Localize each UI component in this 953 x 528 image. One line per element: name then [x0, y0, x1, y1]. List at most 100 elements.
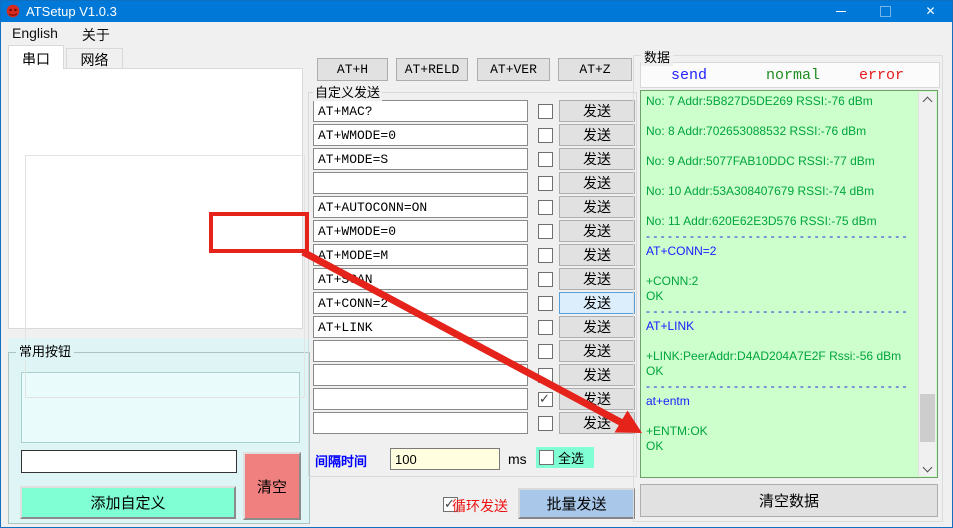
quick-at-button[interactable]: AT+Z	[558, 58, 632, 81]
row-checkbox[interactable]	[538, 296, 553, 311]
row-checkbox[interactable]	[538, 392, 553, 407]
custom-send-row: 发送	[313, 100, 635, 122]
row-checkbox[interactable]	[538, 248, 553, 263]
log-line	[646, 199, 916, 214]
log-line	[646, 334, 916, 349]
row-checkbox[interactable]	[538, 272, 553, 287]
command-input[interactable]	[313, 172, 528, 194]
row-checkbox[interactable]	[538, 344, 553, 359]
tab-serial[interactable]: 串口	[8, 45, 64, 69]
command-input[interactable]	[313, 244, 528, 266]
command-input[interactable]	[313, 412, 528, 434]
send-button[interactable]: 发送	[559, 124, 635, 146]
select-all-checkbox[interactable]	[539, 450, 554, 465]
interval-input[interactable]	[390, 448, 500, 470]
row-checkbox[interactable]	[538, 152, 553, 167]
select-all-box: 全选	[536, 447, 594, 468]
chevron-down-icon	[923, 462, 933, 472]
clear-data-button[interactable]: 清空数据	[640, 484, 938, 517]
tab-network[interactable]: 网络	[66, 48, 123, 69]
row-checkbox[interactable]	[538, 128, 553, 143]
menu-bar: English 关于	[0, 22, 953, 44]
custom-send-row: 发送	[313, 412, 635, 434]
send-button[interactable]: 发送	[559, 316, 635, 338]
row-checkbox[interactable]	[538, 200, 553, 215]
command-input[interactable]	[313, 196, 528, 218]
data-title: 数据	[641, 47, 673, 66]
command-input[interactable]	[313, 100, 528, 122]
scroll-down-button[interactable]	[919, 461, 936, 476]
command-input[interactable]	[313, 124, 528, 146]
data-log[interactable]: No: 7 Addr:5B827D5DE269 RSSI:-76 dBm No:…	[640, 90, 938, 478]
row-checkbox[interactable]	[538, 176, 553, 191]
loop-send-label: 循环发送	[452, 496, 508, 516]
maximize-button[interactable]	[863, 0, 908, 22]
menu-english[interactable]: English	[0, 22, 70, 44]
window-title: ATSetup V1.0.3	[26, 4, 117, 19]
custom-send-row: 发送	[313, 340, 635, 362]
command-input[interactable]	[313, 316, 528, 338]
interval-unit: ms	[508, 451, 527, 467]
send-button[interactable]: 发送	[559, 412, 635, 434]
row-checkbox[interactable]	[538, 224, 553, 239]
maximize-icon	[880, 6, 891, 17]
scrollbar-thumb[interactable]	[920, 394, 935, 442]
send-button[interactable]: 发送	[559, 388, 635, 410]
send-button[interactable]: 发送	[559, 268, 635, 290]
batch-send-button[interactable]: 批量发送	[518, 488, 635, 519]
send-button[interactable]: 发送	[559, 292, 635, 314]
command-input[interactable]	[313, 268, 528, 290]
quick-at-button[interactable]: AT+RELD	[396, 58, 468, 81]
quick-at-button[interactable]: AT+VER	[477, 58, 550, 81]
command-input[interactable]	[313, 364, 528, 386]
add-custom-button[interactable]: 添加自定义	[20, 486, 236, 519]
log-line	[646, 409, 916, 424]
chevron-up-icon	[923, 96, 933, 106]
send-button[interactable]: 发送	[559, 220, 635, 242]
row-checkbox[interactable]	[538, 368, 553, 383]
legend-item: error	[859, 67, 904, 84]
log-line: OK	[646, 364, 916, 379]
send-button[interactable]: 发送	[559, 172, 635, 194]
log-scrollbar[interactable]	[918, 92, 936, 476]
custom-send-title: 自定义发送	[313, 82, 382, 101]
log-line	[646, 109, 916, 124]
command-input[interactable]	[313, 148, 528, 170]
log-line: AT+CONN=2	[646, 244, 916, 259]
command-input[interactable]	[313, 220, 528, 242]
log-line: No: 8 Addr:702653088532 RSSI:-76 dBm	[646, 124, 916, 139]
close-button[interactable]: ✕	[908, 0, 953, 22]
send-button[interactable]: 发送	[559, 100, 635, 122]
log-line: OK	[646, 289, 916, 304]
row-checkbox[interactable]	[538, 320, 553, 335]
scroll-up-button[interactable]	[919, 92, 936, 107]
command-input[interactable]	[313, 388, 528, 410]
custom-command-input[interactable]	[21, 450, 237, 473]
custom-send-row: 发送	[313, 388, 635, 410]
clear-button[interactable]: 清空	[243, 452, 301, 520]
log-line: - - - - - - - - - - - - - - - - - - - - …	[646, 379, 916, 394]
command-input[interactable]	[313, 340, 528, 362]
custom-send-row: 发送	[313, 292, 635, 314]
legend-item: send	[671, 67, 707, 84]
log-line: No: 10 Addr:53A308407679 RSSI:-74 dBm	[646, 184, 916, 199]
menu-about[interactable]: 关于	[70, 22, 122, 44]
log-lines: No: 7 Addr:5B827D5DE269 RSSI:-76 dBm No:…	[646, 94, 916, 454]
custom-send-row: 发送	[313, 316, 635, 338]
quick-at-button[interactable]: AT+H	[317, 58, 388, 81]
command-input[interactable]	[313, 292, 528, 314]
send-button[interactable]: 发送	[559, 148, 635, 170]
custom-send-row: 发送	[313, 244, 635, 266]
send-button[interactable]: 发送	[559, 340, 635, 362]
send-button[interactable]: 发送	[559, 196, 635, 218]
log-line: No: 9 Addr:5077FAB10DDC RSSI:-77 dBm	[646, 154, 916, 169]
row-checkbox[interactable]	[538, 416, 553, 431]
serial-settings-group	[25, 155, 305, 398]
minimize-button[interactable]	[818, 0, 863, 22]
send-button[interactable]: 发送	[559, 244, 635, 266]
row-checkbox[interactable]	[538, 104, 553, 119]
log-line: AT+LINK	[646, 319, 916, 334]
send-button[interactable]: 发送	[559, 364, 635, 386]
close-icon: ✕	[925, 4, 935, 18]
custom-send-row: 发送	[313, 196, 635, 218]
